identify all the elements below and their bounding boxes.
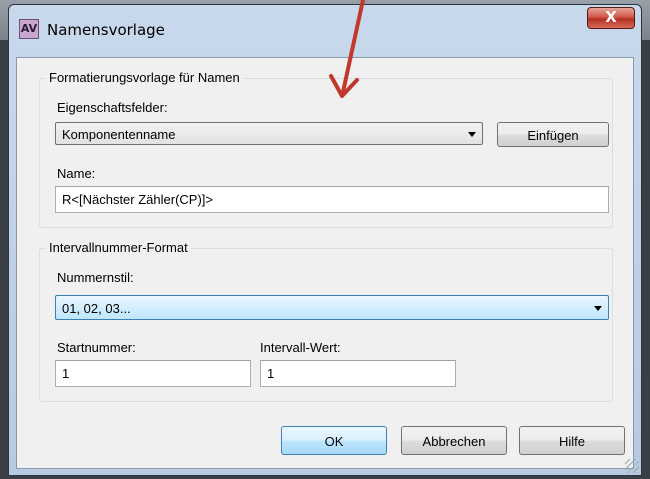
start-number-value: 1 <box>62 366 70 381</box>
name-field[interactable]: R<[Nächster Zähler(CP)]> <box>55 186 609 213</box>
app-icon: AV <box>19 19 39 39</box>
dialog-client-area: Formatierungsvorlage für Namen Eigenscha… <box>16 57 634 469</box>
resize-grip[interactable] <box>625 459 639 473</box>
property-fields-label: Eigenschaftsfelder: <box>57 100 168 115</box>
close-icon: X <box>605 8 617 26</box>
number-style-label: Nummernstil: <box>57 270 134 285</box>
cancel-button-label: Abbrechen <box>422 434 486 449</box>
start-number-field[interactable]: 1 <box>55 360 251 387</box>
interval-value-value: 1 <box>267 366 275 381</box>
interval-value-field[interactable]: 1 <box>260 360 456 387</box>
ok-button-label: OK <box>324 434 344 449</box>
help-button[interactable]: Hilfe <box>519 426 625 455</box>
cancel-button[interactable]: Abbrechen <box>401 426 507 455</box>
chevron-down-icon <box>594 306 602 311</box>
name-format-group-title: Formatierungsvorlage für Namen <box>46 70 243 85</box>
name-value: R<[Nächster Zähler(CP)]> <box>62 192 213 207</box>
insert-button[interactable]: Einfügen <box>497 122 609 147</box>
start-number-label: Startnummer: <box>57 340 136 355</box>
property-fields-dropdown[interactable]: Komponentenname <box>55 122 483 145</box>
window-title: Namensvorlage <box>47 21 165 39</box>
name-label: Name: <box>57 166 96 181</box>
title-bar[interactable]: AV Namensvorlage X <box>9 5 641 57</box>
interval-value-label: Intervall-Wert: <box>260 340 341 355</box>
number-style-value: 01, 02, 03... <box>62 301 131 316</box>
close-button[interactable]: X <box>587 7 635 29</box>
help-button-label: Hilfe <box>558 434 585 449</box>
ok-button[interactable]: OK <box>281 426 387 455</box>
chevron-down-icon <box>468 132 476 137</box>
namensvorlage-dialog: AV Namensvorlage X Formatierungsvorlage … <box>8 4 642 476</box>
interval-format-group-title: Intervallnummer-Format <box>46 240 191 255</box>
number-style-dropdown[interactable]: 01, 02, 03... <box>55 295 609 320</box>
property-fields-value: Komponentenname <box>62 127 176 142</box>
insert-button-label: Einfügen <box>527 128 579 143</box>
